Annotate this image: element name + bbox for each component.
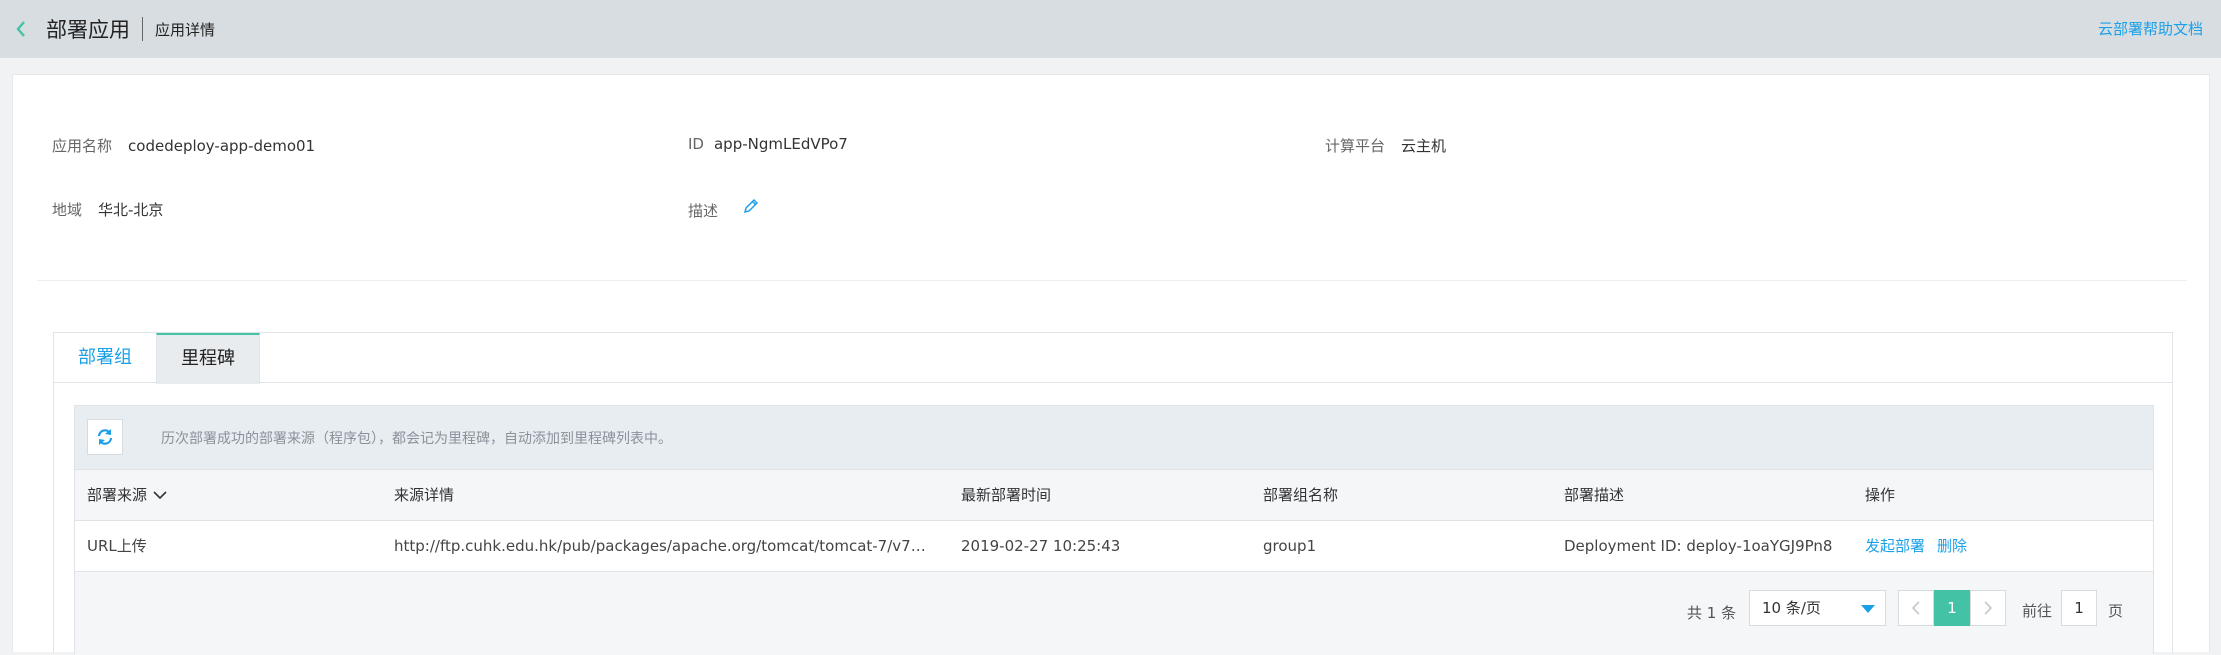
milestone-panel: 历次部署成功的部署来源（程序包），都会记为里程碑，自动添加到里程碑列表中。 部署… — [74, 405, 2154, 655]
page-button-current[interactable]: 1 — [1934, 590, 1970, 626]
notice-bar: 历次部署成功的部署来源（程序包），都会记为里程碑，自动添加到里程碑列表中。 — [75, 406, 2153, 470]
header-group: 部署组名称 — [1263, 486, 1339, 504]
refresh-button[interactable] — [87, 419, 123, 455]
page-size-value: 10 条/页 — [1762, 599, 1821, 617]
app-name-label: 应用名称 — [52, 137, 113, 155]
edit-pencil-icon[interactable] — [742, 197, 760, 219]
start-deploy-link[interactable]: 发起部署 — [1865, 537, 1925, 555]
tab-milestone[interactable]: 里程碑 — [156, 333, 260, 384]
region-value: 华北-北京 — [98, 201, 164, 219]
notice-text: 历次部署成功的部署来源（程序包），都会记为里程碑，自动添加到里程碑列表中。 — [161, 431, 672, 447]
app-name-field: 应用名称 codedeploy-app-demo01 — [52, 135, 315, 156]
top-bar: 部署应用 应用详情 云部署帮助文档 — [0, 0, 2221, 58]
prev-page-button[interactable] — [1898, 590, 1934, 626]
region-field: 地域 华北-北京 — [52, 199, 163, 220]
page-subtitle: 应用详情 — [155, 20, 216, 39]
row-description: Deployment ID: deploy-1oaYGJ9Pn8 — [1564, 537, 1833, 555]
row-group: group1 — [1263, 537, 1317, 555]
chevron-right-icon — [1984, 601, 1993, 615]
platform-label: 计算平台 — [1325, 137, 1386, 155]
pagination: 共 1 条 10 条/页 1 前往 页 — [75, 572, 2153, 655]
description-label: 描述 — [688, 202, 719, 220]
title-divider — [142, 17, 143, 41]
delete-link[interactable]: 删除 — [1937, 537, 1967, 555]
total-count: 共 1 条 — [1687, 604, 1737, 622]
row-time: 2019-02-27 10:25:43 — [961, 537, 1121, 555]
app-id-label: ID — [688, 135, 704, 153]
page-title: 部署应用 — [46, 18, 130, 42]
page-size-select[interactable]: 10 条/页 — [1749, 590, 1886, 626]
header-time: 最新部署时间 — [961, 486, 1052, 504]
header-description: 部署描述 — [1564, 486, 1625, 504]
tab-deploy-group[interactable]: 部署组 — [54, 333, 156, 383]
app-id-field: ID app-NgmLEdVPo7 — [688, 135, 848, 153]
detail-panel: 应用名称 codedeploy-app-demo01 ID app-NgmLEdVP… — [12, 74, 2210, 655]
help-doc-link[interactable]: 云部署帮助文档 — [2098, 18, 2203, 39]
chevron-left-icon — [1911, 601, 1920, 615]
table-row: URL上传 http://ftp.cuhk.edu.hk/pub/package… — [75, 521, 2153, 572]
platform-value: 云主机 — [1401, 137, 1447, 155]
sort-chevron-down-icon[interactable] — [153, 470, 167, 521]
description-field: 描述 — [688, 200, 734, 221]
app-id-value: app-NgmLEdVPo7 — [713, 135, 848, 153]
header-source: 部署来源 — [87, 470, 377, 521]
app-name-value: codedeploy-app-demo01 — [128, 137, 316, 155]
tab-bar: 部署组 里程碑 — [54, 333, 2172, 384]
refresh-icon — [97, 429, 113, 445]
row-source: URL上传 — [87, 537, 147, 555]
header-source-label: 部署来源 — [87, 486, 148, 504]
section-divider — [37, 280, 2187, 281]
row-detail: http://ftp.cuhk.edu.hk/pub/packages/apac… — [394, 537, 929, 555]
goto-page-input[interactable] — [2061, 590, 2097, 626]
platform-field: 计算平台 云主机 — [1325, 135, 1446, 156]
header-detail: 来源详情 — [394, 486, 455, 504]
table-header: 部署来源 来源详情 最新部署时间 部署组名称 部署描述 操作 — [75, 470, 2153, 521]
dropdown-caret-icon — [1861, 605, 1875, 613]
page-unit-label: 页 — [2108, 602, 2124, 620]
header-actions: 操作 — [1865, 486, 1896, 504]
tab-container: 部署组 里程碑 历次部署成功的部署来源（程序包），都会记为里程碑，自动添加到里程… — [53, 332, 2173, 655]
row-actions: 发起部署 删除 — [1865, 521, 2145, 572]
region-label: 地域 — [52, 201, 83, 219]
next-page-button[interactable] — [1970, 590, 2006, 626]
back-chevron-icon[interactable] — [2, 0, 40, 58]
goto-label: 前往 — [2022, 602, 2053, 620]
